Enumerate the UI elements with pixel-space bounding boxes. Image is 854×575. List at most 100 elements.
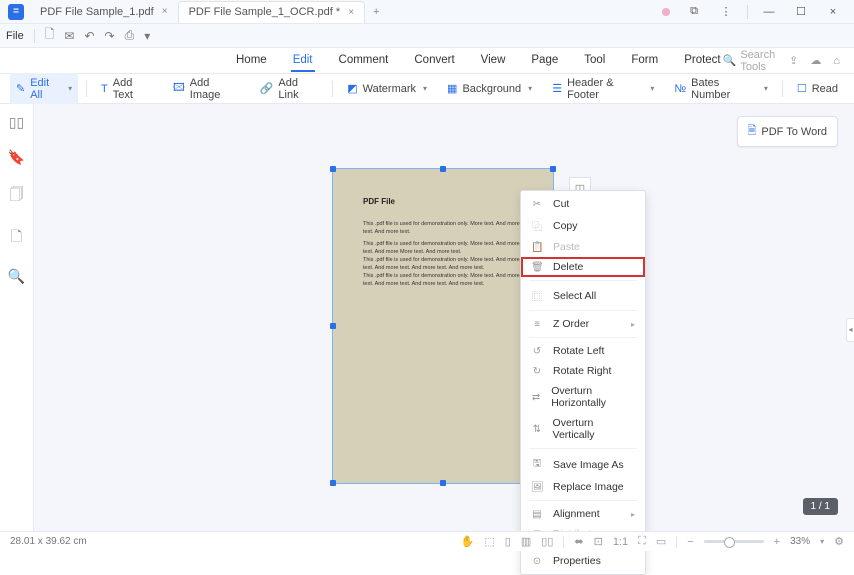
menu-view[interactable]: View — [479, 50, 508, 72]
button-label: Watermark — [363, 83, 416, 95]
premium-icon[interactable] — [659, 5, 673, 19]
add-image-button[interactable]: 🖾Add Image — [167, 73, 246, 105]
undo-icon[interactable]: ↶ — [84, 29, 94, 43]
edit-toolbar: ✎ Edit All ▾ TAdd Text 🖾Add Image 🔗Add L… — [0, 74, 854, 104]
new-tab-button[interactable]: + — [365, 6, 387, 18]
continuous-icon[interactable]: ▥ — [521, 535, 531, 548]
menu-edit[interactable]: Edit — [291, 50, 315, 72]
tab-label: PDF File Sample_1_OCR.pdf * — [189, 6, 341, 18]
thumbnails-icon[interactable]: ▯▯ — [9, 114, 24, 131]
more-icon[interactable]: ⋮ — [715, 3, 737, 21]
ctx-overturn-horizontally[interactable]: ⇄Overturn Horizontally — [521, 381, 645, 413]
mail-icon[interactable]: ✉ — [64, 29, 74, 43]
resize-handle[interactable] — [550, 166, 556, 172]
menu-page[interactable]: Page — [529, 50, 560, 72]
menu-label: Save Image As — [553, 459, 624, 471]
menu-label: Properties — [553, 555, 601, 567]
canvas[interactable]: 🗎 PDF To Word ◫ PDF File This .pdf file … — [34, 104, 854, 531]
zoom-slider[interactable] — [704, 540, 764, 543]
read-button[interactable]: ☐Read — [791, 78, 844, 99]
ctx-copy[interactable]: ⿻Copy — [521, 214, 645, 237]
ctx-rotate-left[interactable]: ↺Rotate Left — [521, 341, 645, 361]
header-footer-button[interactable]: ☰Header & Footer▾ — [546, 73, 660, 105]
cloud-icon[interactable]: ☁ — [810, 54, 821, 67]
two-page-icon[interactable]: ▯▯ — [541, 535, 553, 548]
app-icon: = — [8, 4, 24, 20]
button-label: Edit All — [30, 77, 61, 101]
add-text-button[interactable]: TAdd Text — [95, 73, 159, 105]
checkbox-icon: ☐ — [797, 82, 807, 95]
ctx-delete[interactable]: 🗑Delete — [521, 257, 645, 277]
ctx-save-image-as[interactable]: 🖫Save Image As — [521, 452, 645, 477]
page-icon[interactable]: 🗋 — [11, 226, 22, 250]
close-button[interactable]: × — [822, 3, 844, 21]
ctx-replace-image[interactable]: 🖼Replace Image — [521, 477, 645, 497]
select-tool-icon[interactable]: ⬚ — [484, 535, 494, 548]
menu-tool[interactable]: Tool — [582, 50, 607, 72]
zoom-in-button[interactable]: + — [774, 536, 780, 548]
print-icon[interactable]: ⎙ — [125, 28, 135, 43]
more-icon[interactable]: ▾ — [144, 29, 150, 43]
share-icon[interactable]: ⇪ — [789, 54, 798, 67]
chevron-down-icon: ▾ — [764, 84, 768, 93]
align-icon: ▤ — [531, 509, 543, 520]
zoom-level: 33% — [790, 536, 810, 547]
close-icon[interactable]: × — [162, 6, 168, 17]
hand-tool-icon[interactable]: ✋ — [461, 535, 475, 548]
minimize-button[interactable]: — — [758, 3, 780, 21]
maximize-button[interactable]: ☐ — [790, 3, 812, 21]
paste-icon: 📋 — [531, 242, 543, 253]
ctx-select-all[interactable]: ⿴Select All — [521, 284, 645, 307]
background-button[interactable]: ▦Background▾ — [441, 78, 538, 99]
add-link-button[interactable]: 🔗Add Link — [254, 73, 325, 105]
resize-handle[interactable] — [330, 166, 336, 172]
pdf-to-word-button[interactable]: 🗎 PDF To Word — [737, 116, 838, 147]
file-menu[interactable]: File — [6, 30, 24, 42]
resize-handle[interactable] — [330, 480, 336, 486]
ctx-alignment[interactable]: ▤Alignment▸ — [521, 504, 645, 524]
search-icon[interactable]: 🔍 — [8, 268, 25, 285]
tab-inactive[interactable]: PDF File Sample_1.pdf × — [30, 1, 178, 23]
layers-icon: ≡ — [531, 319, 543, 330]
resize-handle[interactable] — [440, 166, 446, 172]
ctx-z-order[interactable]: ≡Z Order▸ — [521, 314, 645, 334]
fit-page-icon[interactable]: ⊡ — [594, 535, 603, 548]
resize-handle[interactable] — [440, 480, 446, 486]
watermark-button[interactable]: ◩Watermark▾ — [341, 78, 433, 99]
bookmark-icon[interactable]: 🔖 — [8, 149, 25, 166]
header-footer-icon: ☰ — [552, 82, 562, 95]
menu-protect[interactable]: Protect — [682, 50, 722, 72]
ctx-properties[interactable]: ⊙Properties — [521, 551, 645, 571]
ctx-rotate-right[interactable]: ↻Rotate Right — [521, 361, 645, 381]
actual-size-icon[interactable]: 1:1 — [613, 536, 628, 548]
expand-right-icon[interactable]: ◂ — [846, 318, 854, 342]
close-icon[interactable]: × — [348, 7, 354, 18]
zoom-out-button[interactable]: − — [687, 536, 693, 548]
menu-form[interactable]: Form — [629, 50, 660, 72]
settings-icon[interactable]: ⚙ — [834, 535, 844, 548]
home-icon[interactable]: ⌂ — [833, 55, 840, 67]
chevron-right-icon: ▸ — [631, 510, 635, 519]
open-external-icon[interactable]: ⧉ — [683, 3, 705, 21]
redo-icon[interactable]: ↷ — [105, 29, 115, 43]
search-tools[interactable]: 🔍 Search Tools — [723, 49, 778, 73]
menu-comment[interactable]: Comment — [337, 50, 391, 72]
ctx-cut[interactable]: ✂Cut — [521, 194, 645, 214]
fit-width-icon[interactable]: ⬌ — [574, 535, 583, 548]
chevron-down-icon: ▾ — [650, 84, 654, 93]
page-layout-icon[interactable]: ▯ — [505, 535, 511, 548]
tab-active[interactable]: PDF File Sample_1_OCR.pdf * × — [178, 1, 365, 23]
save-icon[interactable]: 🗋 — [45, 25, 55, 46]
button-label: Add Image — [190, 77, 240, 101]
background-icon: ▦ — [447, 82, 457, 95]
fullscreen-icon[interactable]: ⛶ — [638, 535, 646, 548]
resize-handle[interactable] — [330, 323, 336, 329]
menu-home[interactable]: Home — [234, 50, 269, 72]
attachment-icon[interactable]: 🗍 — [10, 184, 24, 208]
view-mode-icon[interactable]: ▭ — [656, 535, 666, 548]
menu-convert[interactable]: Convert — [412, 50, 456, 72]
chevron-down-icon[interactable]: ▾ — [820, 537, 824, 546]
ctx-overturn-vertically[interactable]: ⇅Overturn Vertically — [521, 413, 645, 445]
bates-number-button[interactable]: №Bates Number▾ — [668, 73, 774, 105]
edit-all-button[interactable]: ✎ Edit All ▾ — [10, 73, 78, 105]
